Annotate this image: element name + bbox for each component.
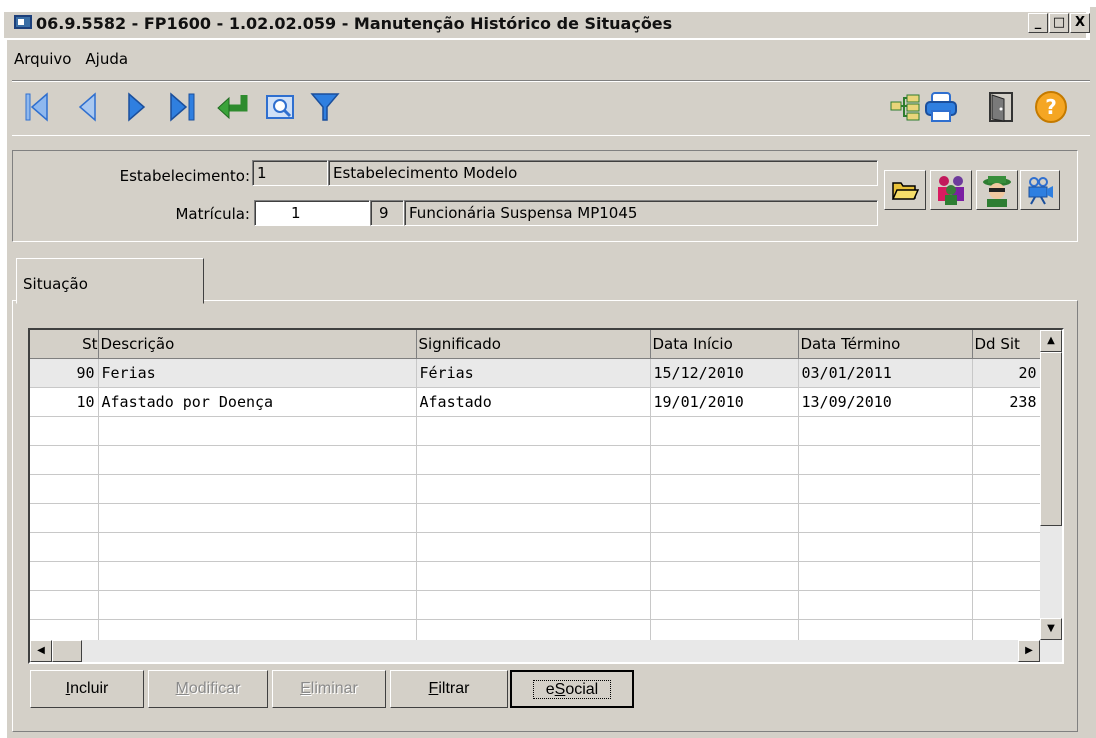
scroll-up-icon[interactable]: ▲: [1040, 330, 1062, 352]
estabelecimento-code-field[interactable]: 1: [252, 160, 328, 186]
filtrar-button[interactable]: Filtrar: [390, 670, 508, 708]
column-header-data-inicio[interactable]: Data Início: [650, 330, 799, 359]
close-button[interactable]: X: [1070, 13, 1090, 33]
minimize-button[interactable]: _: [1028, 13, 1048, 33]
modificar-button[interactable]: Modificar: [148, 670, 268, 708]
vertical-scroll-thumb[interactable]: [1040, 352, 1062, 526]
empty-row: [30, 503, 1041, 533]
cell-data-inicio: 19/01/2010: [650, 387, 799, 417]
matricula-code-field[interactable]: 1: [254, 200, 370, 226]
tree-icon[interactable]: [888, 90, 922, 124]
cell-significado: Afastado: [416, 387, 651, 417]
maximize-button[interactable]: □: [1049, 13, 1069, 33]
inspector-button[interactable]: [976, 170, 1018, 210]
cell-dd-sit: 238: [972, 387, 1041, 417]
print-icon[interactable]: [924, 90, 958, 124]
app-icon: [14, 15, 32, 29]
camera-icon: [1028, 177, 1053, 205]
matricula-digit-field: 9: [370, 200, 404, 226]
cell-data-termino: 13/09/2010: [798, 387, 973, 417]
empty-row: [30, 445, 1041, 475]
empty-row: [30, 532, 1041, 562]
cell-dd-sit: 20: [972, 358, 1041, 388]
column-header-st[interactable]: St: [30, 330, 99, 359]
empty-row: [30, 590, 1041, 620]
exit-door-icon[interactable]: [984, 90, 1018, 124]
cell-descricao: Ferias: [98, 358, 417, 388]
people-icon: [938, 176, 964, 205]
return-icon[interactable]: [216, 90, 250, 124]
open-folder-button[interactable]: [884, 170, 926, 210]
window-title: 06.9.5582 - FP1600 - 1.02.02.059 - Manut…: [36, 14, 673, 33]
cell-data-termino: 03/01/2011: [798, 358, 973, 388]
column-header-descricao[interactable]: Descrição: [98, 330, 417, 359]
previous-record-icon[interactable]: [70, 90, 104, 124]
estabelecimento-name-field: Estabelecimento Modelo: [328, 160, 878, 186]
employees-button[interactable]: [930, 170, 972, 210]
zoom-icon[interactable]: [264, 90, 298, 124]
last-record-icon[interactable]: [166, 90, 200, 124]
menu-arquivo[interactable]: Arquivo: [14, 50, 71, 72]
empty-row: [30, 416, 1041, 446]
horizontal-scroll-thumb[interactable]: [52, 640, 82, 662]
cell-st: 10: [30, 387, 99, 417]
estabelecimento-label: Estabelecimento:: [119, 167, 250, 185]
situations-grid: St Descrição Significado Data Início Dat…: [28, 328, 1064, 664]
grid-header: St Descrição Significado Data Início Dat…: [30, 330, 1041, 359]
cell-st: 90: [30, 358, 99, 388]
open-folder-icon: [891, 182, 919, 200]
column-header-significado[interactable]: Significado: [416, 330, 651, 359]
next-record-icon[interactable]: [120, 90, 154, 124]
matricula-label: Matrícula:: [175, 205, 250, 223]
tab-situacao[interactable]: Situação: [16, 258, 204, 304]
empty-row: [30, 474, 1041, 504]
column-header-data-termino[interactable]: Data Término: [798, 330, 973, 359]
cell-significado: Férias: [416, 358, 651, 388]
esocial-button[interactable]: eSocial: [510, 670, 634, 708]
video-button[interactable]: [1020, 170, 1060, 210]
menu-bar: Arquivo Ajuda: [14, 50, 128, 72]
filter-icon[interactable]: [308, 90, 342, 124]
help-icon[interactable]: ?: [1034, 90, 1068, 124]
detective-icon: [983, 176, 1011, 207]
scroll-left-icon[interactable]: ◀: [30, 640, 52, 662]
vertical-scrollbar[interactable]: ▲ ▼: [1040, 330, 1062, 662]
matricula-name-field: Funcionária Suspensa MP1045: [404, 200, 878, 226]
horizontal-scrollbar[interactable]: ◀ ▶: [30, 640, 1040, 662]
table-row[interactable]: 90 Ferias Férias 15/12/2010 03/01/2011 2…: [30, 358, 1041, 388]
eliminar-button[interactable]: Eliminar: [272, 670, 386, 708]
column-header-dd-sit[interactable]: Dd Sit: [972, 330, 1041, 359]
incluir-button[interactable]: Incluir: [30, 670, 144, 708]
scroll-right-icon[interactable]: ▶: [1018, 640, 1040, 662]
svg-text:?: ?: [1045, 95, 1057, 119]
table-row[interactable]: 10 Afastado por Doença Afastado 19/01/20…: [30, 387, 1041, 417]
scroll-down-icon[interactable]: ▼: [1040, 618, 1062, 640]
menu-ajuda[interactable]: Ajuda: [85, 50, 128, 72]
empty-row: [30, 561, 1041, 591]
first-record-icon[interactable]: [20, 90, 54, 124]
cell-descricao: Afastado por Doença: [98, 387, 417, 417]
cell-data-inicio: 15/12/2010: [650, 358, 799, 388]
tab-situacao-label: Situação: [23, 275, 88, 293]
